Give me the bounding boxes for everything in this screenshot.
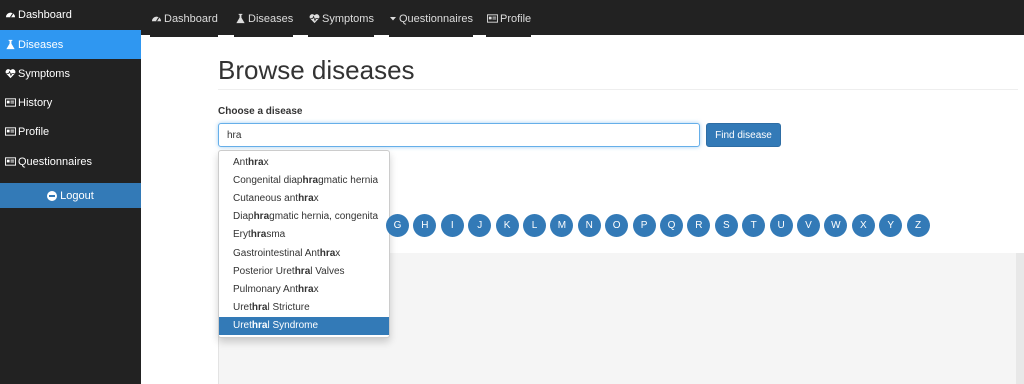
logout-button[interactable]: Logout	[0, 183, 141, 208]
suggestion-item[interactable]: Cutaneous ant hra x	[219, 189, 389, 207]
sidebar-item-symptoms[interactable]: Symptoms	[0, 59, 141, 88]
letter-button-t[interactable]: T	[742, 214, 766, 237]
suggestion-item[interactable]: Congenital diap hra gmatic hernia	[219, 171, 389, 189]
letter-button-h[interactable]: H	[413, 214, 437, 237]
sidebar-item-questionnaires[interactable]: Questionnaires	[0, 147, 141, 176]
flask-icon	[234, 13, 246, 25]
sidebar-item-dashboard[interactable]: Dashboard	[0, 0, 141, 29]
id-card-icon	[4, 126, 16, 138]
sidebar-item-history[interactable]: History	[0, 88, 141, 117]
choose-disease-label: Choose a disease	[218, 106, 303, 117]
nav-label: Dashboard	[164, 12, 218, 25]
dashboard-icon	[4, 9, 16, 21]
letter-button-z[interactable]: Z	[906, 214, 930, 237]
nav-label: Questionnaires	[399, 12, 473, 25]
letter-button-v[interactable]: V	[797, 214, 820, 237]
id-card-icon	[4, 156, 16, 168]
letter-button-s[interactable]: S	[714, 214, 738, 237]
letter-button-w[interactable]: W	[824, 214, 848, 237]
dashboard-icon	[150, 13, 162, 25]
suggestion-item[interactable]: Eryt hra sma	[219, 226, 389, 244]
nav-label: Profile	[500, 12, 532, 25]
id-card-icon	[4, 97, 16, 109]
nav-symptoms[interactable]: Symptoms	[308, 0, 374, 37]
minus-circle-icon	[47, 190, 58, 201]
top-navbar: Dashboard Diseases Symptoms Questionnair…	[141, 0, 1024, 37]
letter-button-q[interactable]: Q	[660, 214, 683, 237]
sidebar-item-label: Profile	[18, 125, 50, 138]
page-title: Browse diseases	[218, 55, 415, 85]
letter-button-g[interactable]: G	[386, 214, 409, 237]
nav-questionnaires-dropdown[interactable]: Questionnaires	[389, 0, 473, 37]
nav-diseases[interactable]: Diseases	[234, 0, 294, 37]
suggestion-item[interactable]: Pulmonary Ant hra x	[219, 280, 389, 298]
suggestion-item[interactable]: Uret hra l Stricture	[219, 299, 389, 317]
nav-label: Diseases	[248, 12, 294, 25]
letter-button-l[interactable]: L	[523, 214, 546, 237]
suggestion-item[interactable]: Diap hra gmatic hernia, congenita	[219, 208, 389, 226]
sidebar-item-label: Diseases	[18, 38, 64, 51]
suggestion-item[interactable]: Gastrointestinal Ant hra x	[219, 244, 389, 262]
scrollbar[interactable]	[1016, 253, 1024, 384]
sidebar-item-label: History	[18, 96, 53, 109]
suggestion-item[interactable]: Posterior Uret hra l Valves	[219, 262, 389, 280]
letter-button-m[interactable]: M	[550, 214, 574, 237]
nav-profile[interactable]: Profile	[486, 0, 532, 37]
caret-down-icon	[389, 13, 397, 25]
suggestion-item[interactable]: Ant hra x	[219, 153, 389, 171]
sidebar-item-label: Symptoms	[18, 67, 70, 80]
letter-button-i[interactable]: I	[440, 214, 464, 237]
title-divider	[218, 89, 1018, 90]
letter-button-y[interactable]: Y	[879, 214, 903, 237]
letter-button-x[interactable]: X	[851, 214, 875, 237]
letter-button-r[interactable]: R	[687, 214, 711, 237]
nav-dashboard[interactable]: Dashboard	[150, 0, 218, 37]
sidebar: Dashboard Diseases Symptoms History Prof…	[0, 0, 141, 384]
sidebar-item-label: Dashboard	[18, 8, 72, 21]
sidebar-item-label: Questionnaires	[18, 155, 92, 168]
disease-search-input[interactable]	[218, 123, 700, 147]
letter-button-j[interactable]: J	[468, 214, 492, 237]
letter-button-n[interactable]: N	[577, 214, 601, 237]
find-disease-button[interactable]: Find disease	[706, 123, 781, 147]
letter-button-o[interactable]: O	[605, 214, 629, 237]
sidebar-item-profile[interactable]: Profile	[0, 117, 141, 146]
heartbeat-icon	[4, 68, 16, 80]
id-card-icon	[486, 13, 498, 25]
letter-button-u[interactable]: U	[769, 214, 793, 237]
letter-button-k[interactable]: K	[495, 214, 519, 237]
suggestion-item[interactable]: Uret hra l Syndrome	[219, 316, 389, 335]
logout-label: Logout	[60, 189, 94, 202]
letter-button-p[interactable]: P	[632, 214, 656, 237]
nav-label: Symptoms	[322, 12, 374, 25]
sidebar-item-diseases[interactable]: Diseases	[0, 30, 141, 59]
heartbeat-icon	[308, 13, 320, 25]
autocomplete-dropdown: Ant hra x Congenital diap hra gmatic hernia Cu…	[218, 150, 390, 338]
flask-icon	[4, 39, 16, 51]
